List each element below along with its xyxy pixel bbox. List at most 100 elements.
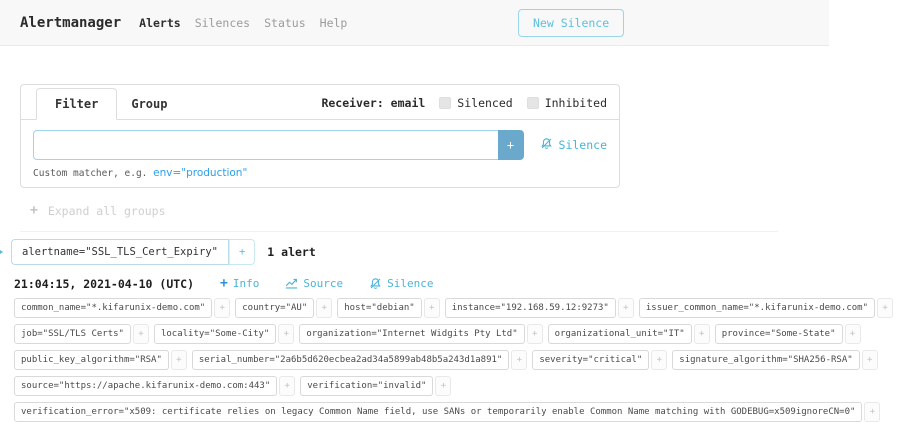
new-silence-button[interactable]: New Silence <box>518 9 625 37</box>
nav-item-silences[interactable]: Silences <box>195 16 250 30</box>
label-tag-add-button[interactable]: + <box>279 376 296 396</box>
label-tag: public_key_algorithm="RSA" + <box>14 350 187 370</box>
label-tag: organization="Internet Widgits Pty Ltd" + <box>299 324 543 344</box>
collapse-caret-icon[interactable] <box>0 248 3 256</box>
label-tag-add-button[interactable]: + <box>170 350 187 370</box>
label-tag-add-button[interactable]: + <box>864 402 881 422</box>
label-tag-add-button[interactable]: + <box>316 298 333 318</box>
label-tag-add-button[interactable]: + <box>617 298 634 318</box>
label-tag-text: verification_error="x509: certificate re… <box>14 402 863 422</box>
matcher-input-row: + Silence <box>33 130 607 160</box>
plus-icon: + <box>30 203 38 218</box>
checkbox-silenced[interactable]: Silenced <box>439 96 513 110</box>
label-tag-text: signature_algorithm="SHA256-RSA" <box>672 350 860 370</box>
filter-card: Filter Group Receiver: email Silenced In… <box>20 84 620 188</box>
label-tag-add-button[interactable]: + <box>526 324 543 344</box>
nav-items: Alerts Silences Status Help <box>139 16 347 30</box>
label-tag-add-button[interactable]: + <box>844 324 861 344</box>
label-tag-add-button[interactable]: + <box>861 350 878 370</box>
expand-all-groups-button[interactable]: + Expand all groups <box>30 203 166 218</box>
alert-labels: common_name="*.kifarunix-demo.com" + count… <box>14 298 916 422</box>
label-tag-text: issuer_common_name="*.kifarunix-demo.com… <box>638 298 876 318</box>
chart-icon <box>285 277 298 290</box>
label-tag: serial_number="2a6b5d620ecbea2ad34a5899a… <box>191 350 528 370</box>
nav-item-help[interactable]: Help <box>320 16 348 30</box>
plus-icon: + <box>220 276 228 291</box>
silence-alert-link[interactable]: Silence <box>369 277 433 290</box>
alert-timestamp: 21:04:15, 2021-04-10 (UTC) <box>14 276 195 291</box>
label-tag-add-button[interactable]: + <box>214 298 231 318</box>
label-tag: instance="192.168.59.12:9273" + <box>444 298 634 318</box>
matcher-helper-text: Custom matcher, e.g. env="production" <box>33 167 607 179</box>
label-tag: locality="Some-City" + <box>153 324 295 344</box>
inhibited-checkbox-icon[interactable] <box>526 97 539 109</box>
label-tag: province="Some-State" + <box>714 324 861 344</box>
nav-item-alerts[interactable]: Alerts <box>139 16 181 30</box>
add-matcher-button[interactable]: + <box>497 130 524 160</box>
group-matcher-text: alertname="SSL_TLS_Cert_Expiry" <box>11 239 229 265</box>
label-tag-text: province="Some-State" <box>714 324 843 344</box>
silenced-checkbox-label: Silenced <box>457 96 513 110</box>
alert-count: 1 alert <box>267 245 316 259</box>
expand-all-groups-label: Expand all groups <box>47 203 166 218</box>
source-link[interactable]: Source <box>285 277 343 290</box>
label-tag-text: host="debian" <box>337 298 422 318</box>
matcher-input[interactable] <box>33 130 498 160</box>
checkbox-inhibited[interactable]: Inhibited <box>526 96 607 110</box>
silence-alert-label: Silence <box>387 277 434 290</box>
receiver-label: Receiver: email <box>321 96 426 110</box>
label-tag-text: source="https://apache.kifarunix-demo.co… <box>14 376 278 396</box>
label-tag: signature_algorithm="SHA256-RSA" + <box>672 350 878 370</box>
info-link-label: Info <box>232 277 260 290</box>
label-tag-add-button[interactable]: + <box>877 298 894 318</box>
tab-row: Filter Group Receiver: email Silenced In… <box>21 85 619 120</box>
app-brand[interactable]: Alertmanager <box>20 15 121 31</box>
label-tag: severity="critical" + <box>532 350 668 370</box>
helper-prefix: Custom matcher, e.g. <box>33 168 148 179</box>
inhibited-checkbox-label: Inhibited <box>544 96 607 110</box>
bell-slash-icon <box>540 137 553 153</box>
label-tag-text: country="AU" <box>235 298 315 318</box>
bell-slash-icon <box>369 277 382 290</box>
label-tag-text: verification="invalid" <box>300 376 434 396</box>
label-tag-text: locality="Some-City" <box>153 324 277 344</box>
label-tag-text: severity="critical" <box>532 350 650 370</box>
silence-filter-link[interactable]: Silence <box>540 137 607 153</box>
label-tag-text: job="SSL/TLS Certs" <box>14 324 131 344</box>
tab-right-controls: Receiver: email Silenced Inhibited <box>321 96 619 110</box>
label-tag-text: instance="192.168.59.12:9273" <box>444 298 616 318</box>
label-tag: job="SSL/TLS Certs" + <box>14 324 149 344</box>
label-tag-add-button[interactable]: + <box>278 324 295 344</box>
label-tag-add-button[interactable]: + <box>435 376 452 396</box>
label-tag: country="AU" + <box>235 298 333 318</box>
label-tag-text: common_name="*.kifarunix-demo.com" <box>14 298 213 318</box>
silence-filter-label: Silence <box>558 138 607 152</box>
silenced-checkbox-icon[interactable] <box>439 97 452 109</box>
info-link[interactable]: + Info <box>220 276 259 291</box>
label-tag-add-button[interactable]: + <box>651 350 668 370</box>
label-tag: source="https://apache.kifarunix-demo.co… <box>14 376 296 396</box>
label-tag-add-button[interactable]: + <box>132 324 149 344</box>
label-tag-text: serial_number="2a6b5d620ecbea2ad34a5899a… <box>191 350 510 370</box>
label-tag: verification_error="x509: certificate re… <box>14 402 881 422</box>
alert-header: 21:04:15, 2021-04-10 (UTC) + Info Source… <box>14 276 433 291</box>
nav-item-status[interactable]: Status <box>264 16 306 30</box>
label-tag-add-button[interactable]: + <box>693 324 710 344</box>
label-tag: common_name="*.kifarunix-demo.com" + <box>14 298 231 318</box>
group-matcher-tag: alertname="SSL_TLS_Cert_Expiry" + <box>11 239 256 265</box>
source-link-label: Source <box>303 277 344 290</box>
group-matcher-add-button[interactable]: + <box>228 239 256 265</box>
label-tag-text: public_key_algorithm="RSA" <box>14 350 169 370</box>
tab-filter[interactable]: Filter <box>36 88 118 120</box>
navbar: Alertmanager Alerts Silences Status Help <box>0 0 829 46</box>
label-tag: issuer_common_name="*.kifarunix-demo.com… <box>638 298 894 318</box>
label-tag-add-button[interactable]: + <box>423 298 440 318</box>
label-tag: verification="invalid" + <box>300 376 452 396</box>
label-tag-text: organization="Internet Widgits Pty Ltd" <box>299 324 525 344</box>
label-tag: host="debian" + <box>337 298 440 318</box>
label-tag-add-button[interactable]: + <box>511 350 528 370</box>
helper-example-link[interactable]: env="production" <box>153 167 247 179</box>
tab-group[interactable]: Group <box>117 89 181 119</box>
label-tag: organizational_unit="IT" + <box>547 324 710 344</box>
label-tag-text: organizational_unit="IT" <box>547 324 692 344</box>
